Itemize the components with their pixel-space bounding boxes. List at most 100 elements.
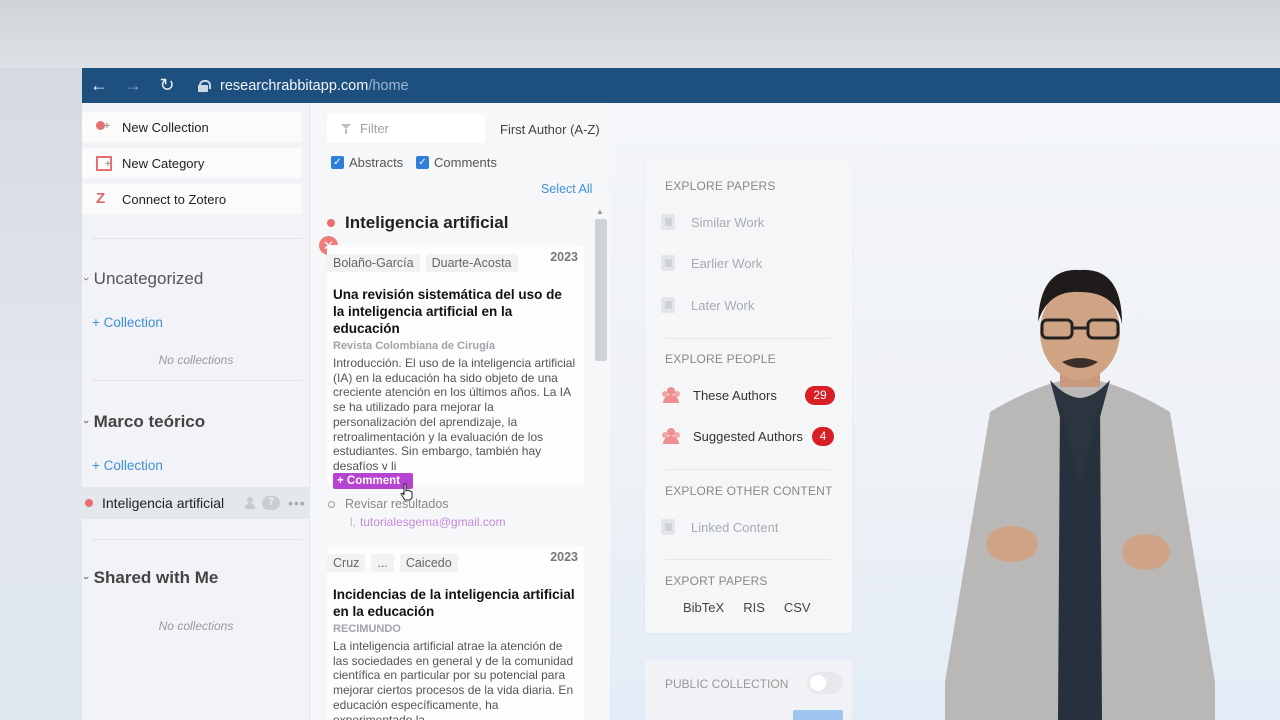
collection-item-inteligencia-artificial[interactable]: Inteligencia artificial 7 ••• [82, 487, 310, 519]
linked-content-button[interactable]: Linked Content [661, 519, 778, 535]
divider [92, 380, 302, 381]
collection-title-text: Inteligencia artificial [345, 213, 509, 232]
paper-abstract: Introducción. El uso de la inteligencia … [333, 356, 576, 470]
collection-title: Inteligencia artificial [327, 213, 508, 233]
abstracts-checkbox[interactable]: ✓ Abstracts [331, 155, 403, 170]
document-icon [661, 297, 675, 313]
suggested-authors-count-badge: 4 [812, 427, 834, 446]
chevron-down-icon: › [79, 420, 92, 424]
these-authors-label: These Authors [693, 387, 777, 403]
section-title: Shared with Me [93, 568, 219, 587]
add-collection-link[interactable]: + Collection [92, 458, 163, 473]
earlier-work-label: Earlier Work [691, 255, 763, 271]
section-title: Marco teórico [93, 412, 206, 431]
collection-count-badge: 7 [262, 496, 280, 510]
similar-work-label: Similar Work [691, 214, 765, 230]
divider [92, 539, 302, 540]
scroll-up-icon[interactable]: ▲ [596, 207, 604, 216]
public-collection-toggle[interactable] [807, 672, 843, 694]
paper-year: 2023 [550, 250, 578, 264]
comment-author-email: l, tutorialesgema@gmail.com [350, 515, 506, 529]
document-icon [661, 255, 675, 271]
video-background-top [0, 0, 1280, 68]
comment-text: Revisar resultados [345, 497, 449, 511]
paper-journal: Revista Colombiana de Cirugía [333, 340, 495, 352]
paper-card[interactable]: Cruz ... Caicedo 2023 Incidencias de la … [327, 545, 584, 720]
browser-toolbar: ← → ↻ researchrabbitapp.com/home [82, 68, 1280, 103]
explore-papers-heading: EXPLORE PAPERS [665, 179, 776, 193]
chevron-down-icon: › [79, 277, 92, 281]
section-marco-teorico[interactable]: › Marco teórico [80, 412, 206, 432]
checkbox-checked-icon: ✓ [331, 156, 344, 169]
divider [92, 238, 302, 239]
user-icon [245, 497, 255, 509]
collection-color-dot [85, 499, 93, 507]
select-all-link[interactable]: Select All [541, 182, 592, 196]
section-uncategorized[interactable]: › Uncategorized [80, 269, 204, 289]
export-csv-button[interactable]: CSV [784, 600, 811, 615]
address-bar[interactable]: researchrabbitapp.com/home [198, 78, 409, 94]
new-category-button[interactable]: New Category [82, 148, 302, 178]
comments-checkbox[interactable]: ✓ Comments [416, 155, 497, 170]
reload-icon[interactable]: ↻ [150, 75, 184, 96]
similar-work-button[interactable]: Similar Work [661, 214, 764, 230]
checkbox-circle-icon[interactable] [328, 500, 335, 508]
these-authors-button[interactable]: These Authors [661, 387, 777, 403]
explore-other-heading: EXPLORE OTHER CONTENT [665, 484, 833, 498]
comments-label: Comments [434, 155, 497, 170]
later-work-label: Later Work [691, 297, 755, 313]
author-chip[interactable]: Caicedo [399, 554, 458, 572]
public-collection-button[interactable] [793, 710, 843, 720]
more-options-icon[interactable]: ••• [288, 495, 306, 511]
paper-list-panel: Filter First Author (A-Z) ✓ Abstracts ✓ … [310, 103, 610, 720]
people-icon [661, 428, 681, 444]
url-path: /home [368, 77, 409, 94]
later-work-button[interactable]: Later Work [661, 297, 754, 313]
new-collection-label: New Collection [122, 119, 209, 135]
paper-authors: Bolaño-García Duarte-Acosta [327, 245, 584, 272]
empty-collections-text: No collections [158, 353, 234, 367]
divider [665, 338, 831, 339]
paper-title[interactable]: Incidencias de la inteligencia artificia… [327, 586, 584, 620]
paper-title[interactable]: Una revisión sistemática del uso de la i… [327, 286, 584, 337]
suggested-authors-button[interactable]: Suggested Authors [661, 428, 803, 444]
author-chip[interactable]: Bolaño-García [327, 254, 420, 272]
new-category-icon [96, 155, 112, 171]
explore-people-heading: EXPLORE PEOPLE [665, 352, 776, 366]
add-collection-link[interactable]: + Collection [92, 315, 163, 330]
document-icon [661, 214, 675, 230]
section-title: Uncategorized [93, 269, 204, 288]
sort-dropdown[interactable]: First Author (A-Z) [500, 122, 600, 137]
scrollbar[interactable] [595, 219, 607, 361]
paper-year: 2023 [550, 550, 578, 564]
section-shared-with-me[interactable]: › Shared with Me [80, 568, 219, 588]
new-category-label: New Category [122, 155, 205, 171]
export-ris-button[interactable]: RIS [743, 600, 765, 615]
suggested-authors-label: Suggested Authors [693, 428, 803, 444]
email-text: tutorialesgema@gmail.com [360, 515, 506, 529]
author-chip[interactable]: Duarte-Acosta [425, 254, 518, 272]
linked-content-label: Linked Content [691, 519, 779, 535]
back-icon[interactable]: ← [82, 75, 116, 96]
author-chip[interactable]: ... [371, 554, 394, 572]
filter-input[interactable]: Filter [327, 114, 485, 143]
filter-placeholder: Filter [360, 121, 389, 136]
export-bibtex-button[interactable]: BibTeX [683, 600, 724, 615]
public-collection-box: PUBLIC COLLECTION [645, 660, 852, 720]
divider [665, 469, 831, 470]
connect-zotero-button[interactable]: Z Connect to Zotero [82, 184, 302, 214]
zotero-icon: Z [96, 190, 106, 207]
comment-todo[interactable]: Revisar resultados [328, 497, 449, 511]
these-authors-count-badge: 29 [805, 386, 835, 405]
new-collection-button[interactable]: New Collection [82, 112, 302, 142]
paper-card[interactable]: Bolaño-García Duarte-Acosta 2023 Una rev… [327, 245, 584, 485]
paper-journal: RECIMUNDO [333, 623, 401, 635]
empty-collections-text: No collections [158, 619, 234, 633]
document-icon [661, 519, 675, 535]
forward-icon[interactable]: → [116, 75, 150, 96]
author-chip[interactable]: Cruz [327, 554, 366, 572]
earlier-work-button[interactable]: Earlier Work [661, 255, 762, 271]
collection-item-label: Inteligencia artificial [102, 495, 225, 511]
presenter-figure [945, 269, 1215, 720]
paper-authors: Cruz ... Caicedo [327, 545, 584, 572]
